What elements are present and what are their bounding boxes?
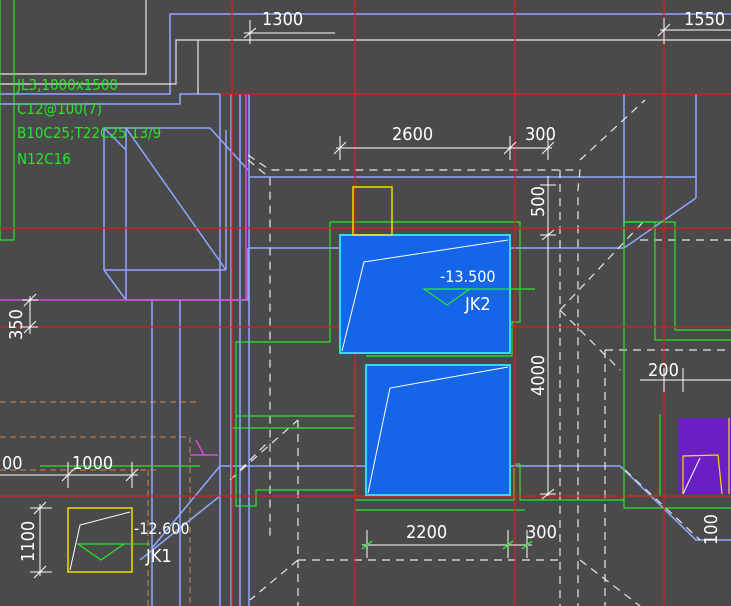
dim-lower-gap: 300 (526, 522, 557, 543)
purple-pit-block[interactable] (678, 418, 731, 495)
dim-lower-width: 2200 (406, 522, 447, 543)
dim-left-height: 1100 (18, 521, 39, 562)
jk1-label: JK1 (145, 546, 172, 567)
dim-right-bottom: 100 (701, 514, 722, 545)
beam-annotation-line-2: C12@100(7) (17, 100, 102, 118)
jk2-elevation: -13.500 (440, 267, 496, 286)
dim-right-small: 200 (648, 360, 679, 381)
dim-left-partial: 00 (2, 453, 23, 474)
cad-drawing-canvas[interactable]: JL3,1000x1500 C12@100(7) B10C25;T22C25 1… (0, 0, 731, 606)
jk1-elevation: -12.600 (134, 519, 190, 538)
dim-pit-top-offset: 500 (528, 186, 549, 217)
dim-top-left: 1300 (262, 9, 303, 30)
dim-pit-width: 2600 (392, 124, 433, 145)
pit-jk2-lower-fill (365, 364, 511, 496)
jk2-label: JK2 (464, 294, 491, 315)
beam-annotation-line-3: B10C25;T22C25 13/9 (17, 124, 161, 142)
dim-top-right: 1550 (684, 9, 725, 30)
dim-pit-gap: 300 (525, 124, 556, 145)
dim-left-width: 1000 (72, 453, 113, 474)
dim-left-vertical: 350 (6, 309, 27, 340)
dim-pit-height: 4000 (528, 355, 549, 396)
beam-annotation-line-4: N12C16 (17, 150, 71, 168)
beam-annotation-line-1: JL3,1000x1500 (16, 76, 118, 94)
